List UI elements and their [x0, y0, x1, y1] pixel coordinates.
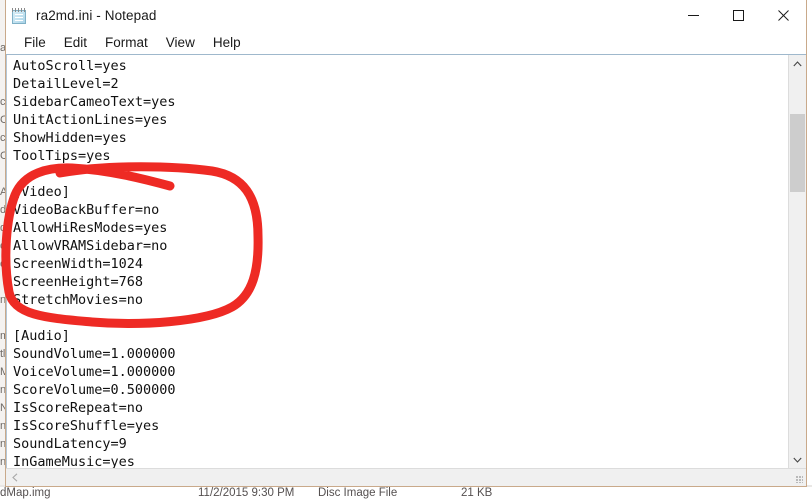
menu-item-file[interactable]: File: [15, 33, 55, 53]
maximize-button[interactable]: [716, 0, 761, 31]
scroll-down-button[interactable]: [789, 451, 806, 468]
bg-file-date: 11/2/2015 9:30 PM: [198, 487, 295, 499]
editor-text: AutoScroll=yes DetailLevel=2 SidebarCame…: [13, 58, 176, 468]
window-title: ra2md.ini - Notepad: [36, 8, 157, 23]
close-button[interactable]: [761, 0, 806, 31]
text-editor[interactable]: AutoScroll=yes DetailLevel=2 SidebarCame…: [6, 55, 788, 468]
chevron-left-icon: [11, 473, 17, 482]
vertical-scroll-thumb[interactable]: [790, 114, 805, 192]
scroll-left-button[interactable]: [6, 469, 23, 486]
resize-grip-icon[interactable]: [789, 469, 806, 486]
vertical-scroll-track[interactable]: [789, 72, 806, 451]
chevron-up-icon: [793, 60, 802, 66]
notepad-icon: [11, 7, 29, 26]
minimize-button[interactable]: [671, 0, 716, 31]
title-bar[interactable]: ra2md.ini - Notepad: [6, 0, 806, 31]
horizontal-scrollbar[interactable]: [6, 468, 806, 486]
close-icon: [778, 10, 789, 21]
chevron-down-icon: [793, 457, 802, 463]
menu-item-help[interactable]: Help: [204, 33, 250, 53]
horizontal-scroll-track[interactable]: [23, 469, 789, 486]
maximize-icon: [733, 10, 744, 21]
notepad-window: ra2md.ini - Notepad File Edit Format Vie…: [5, 0, 807, 487]
vertical-scrollbar[interactable]: [788, 55, 806, 468]
bg-file-size: 21 KB: [461, 487, 493, 499]
menu-bar: File Edit Format View Help: [6, 31, 806, 54]
menu-item-format[interactable]: Format: [96, 33, 157, 53]
background-explorer-file-row[interactable]: dMap.img 11/2/2015 9:30 PM Disc Image Fi…: [0, 487, 812, 501]
menu-item-edit[interactable]: Edit: [55, 33, 96, 53]
editor-region: AutoScroll=yes DetailLevel=2 SidebarCame…: [6, 54, 806, 468]
scroll-up-button[interactable]: [789, 55, 806, 72]
bg-file-name: dMap.img: [0, 487, 51, 499]
window-controls: [671, 0, 806, 31]
minimize-icon: [688, 15, 699, 16]
menu-item-view[interactable]: View: [157, 33, 204, 53]
bg-file-type: Disc Image File: [318, 487, 398, 499]
